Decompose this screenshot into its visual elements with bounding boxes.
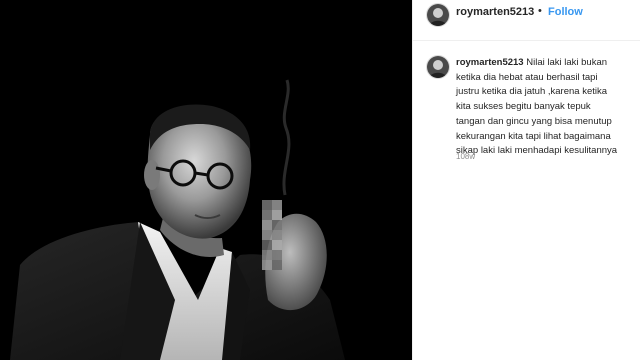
caption-line: kekurangan kita tapi lihat bagaimana (456, 130, 611, 142)
portrait-photo-icon (0, 0, 412, 360)
caption-line: sikap laki laki menhadapi kesulitannya (456, 145, 618, 157)
post-photo[interactable] (0, 0, 412, 360)
post-header: roymarten5213 • Follow (413, 0, 640, 41)
caption-line: tangan dan gincu yang bisa menutup (456, 115, 612, 127)
caption-username[interactable]: roymarten5213 (456, 57, 524, 68)
caption-text: Nilai laki laki bukan (526, 57, 608, 68)
caption-line: ketika dia hebat atau berhasil tapi (456, 71, 598, 83)
avatar[interactable] (426, 3, 450, 27)
header-separator: • (538, 5, 542, 17)
caption-line: justru ketika dia jatuh ,karena ketika (456, 86, 608, 98)
caption-line: roymarten5213 Nilai laki laki bukan (456, 56, 634, 71)
post-caption: roymarten5213 Nilai laki laki bukan keti… (456, 56, 634, 159)
profile-photo-icon (427, 56, 449, 78)
caption-line: kita sukses begitu banyak tepuk (456, 101, 591, 113)
follow-button[interactable]: Follow (548, 6, 583, 18)
post-side-panel: roymarten5213 • Follow roymarten5213 Nil… (412, 0, 640, 360)
header-username[interactable]: roymarten5213 (456, 6, 534, 18)
post-timestamp[interactable]: 108w (456, 152, 475, 161)
caption-avatar[interactable] (426, 55, 450, 79)
profile-photo-icon (427, 4, 449, 26)
